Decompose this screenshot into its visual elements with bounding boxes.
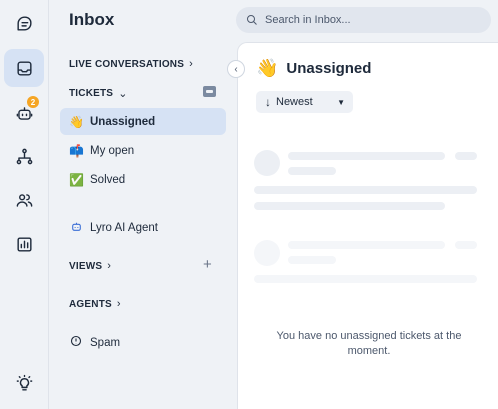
ticket-icon[interactable] bbox=[203, 86, 216, 97]
sidebar-item-label: Spam bbox=[90, 336, 121, 349]
tickets-section[interactable]: TICKETS ⌄ bbox=[69, 87, 128, 100]
analytics-nav-button[interactable] bbox=[4, 225, 44, 263]
sidebar-item-label: Lyro AI Agent bbox=[90, 221, 158, 234]
search-input[interactable] bbox=[265, 14, 465, 26]
alert-circle-icon bbox=[69, 335, 83, 350]
panel-title-text: Unassigned bbox=[286, 60, 372, 77]
skeleton-line bbox=[254, 186, 477, 194]
check-mark-icon: ✅ bbox=[69, 172, 84, 187]
add-view-button[interactable]: + bbox=[203, 256, 212, 273]
chevron-right-icon: › bbox=[189, 58, 193, 70]
bot-notification-badge: 2 bbox=[27, 96, 39, 108]
bot-nav-button[interactable]: 2 bbox=[4, 94, 44, 132]
skeleton-line bbox=[288, 167, 336, 175]
flows-icon bbox=[16, 148, 32, 164]
inbox-nav-button[interactable] bbox=[4, 49, 44, 87]
skeleton-line bbox=[288, 256, 336, 264]
waving-hand-icon: 👋 bbox=[256, 58, 279, 78]
contacts-icon bbox=[16, 193, 32, 207]
waving-hand-icon: 👋 bbox=[69, 114, 84, 129]
analytics-icon bbox=[16, 236, 32, 252]
skeleton-avatar bbox=[254, 150, 280, 176]
sort-dropdown[interactable]: ↓ Newest ▼ bbox=[256, 91, 353, 113]
agents-section[interactable]: AGENTS › bbox=[69, 298, 121, 310]
views-section[interactable]: VIEWS › bbox=[69, 260, 111, 272]
chevron-down-icon: ⌄ bbox=[118, 88, 128, 100]
sort-label: Newest bbox=[276, 96, 313, 108]
chevron-right-icon: › bbox=[116, 298, 121, 310]
skeleton-line bbox=[288, 152, 445, 160]
agents-label: AGENTS bbox=[69, 298, 112, 310]
sidebar-item-spam[interactable]: Spam bbox=[60, 329, 226, 356]
skeleton-avatar bbox=[254, 240, 280, 266]
lightbulb-icon bbox=[16, 374, 32, 391]
chevron-left-icon: ‹ bbox=[234, 63, 238, 75]
sidebar-item-lyro[interactable]: Lyro AI Agent bbox=[60, 214, 226, 241]
chevron-right-icon: › bbox=[107, 260, 112, 272]
mailbox-icon: 📫 bbox=[69, 143, 84, 158]
skeleton-line bbox=[254, 275, 477, 283]
caret-down-icon: ▼ bbox=[337, 97, 345, 107]
inbox-title: Inbox bbox=[69, 10, 115, 29]
sidebar-item-label: Unassigned bbox=[90, 115, 156, 128]
sidebar-item-label: My open bbox=[90, 144, 135, 157]
skeleton-line bbox=[455, 241, 477, 249]
views-label: VIEWS bbox=[69, 260, 103, 272]
collapse-sidebar-button[interactable]: ‹ bbox=[227, 60, 245, 78]
skeleton-line bbox=[455, 152, 477, 160]
sidebar-item-label: Solved bbox=[90, 173, 126, 186]
search-bar[interactable] bbox=[236, 7, 491, 33]
sidebar-item-solved[interactable]: ✅ Solved bbox=[60, 166, 226, 193]
skeleton-line bbox=[254, 202, 445, 210]
contacts-nav-button[interactable] bbox=[4, 181, 44, 219]
sidebar-item-my-open[interactable]: 📫 My open bbox=[60, 137, 226, 164]
conversations-nav-button[interactable] bbox=[4, 4, 44, 42]
search-icon bbox=[247, 15, 257, 25]
bot-icon bbox=[69, 220, 83, 236]
flows-nav-button[interactable] bbox=[4, 137, 44, 175]
live-conversations-label: LIVE CONVERSATIONS bbox=[69, 58, 185, 70]
skeleton-line bbox=[288, 241, 445, 249]
ticket-list-panel: 👋 Unassigned ↓ Newest ▼ You have no unas… bbox=[237, 42, 498, 409]
tips-nav-button[interactable] bbox=[4, 364, 44, 402]
conversations-icon bbox=[16, 15, 32, 31]
live-conversations-section[interactable]: LIVE CONVERSATIONS › bbox=[69, 58, 193, 70]
inbox-icon bbox=[16, 60, 32, 76]
tickets-label: TICKETS bbox=[69, 88, 114, 99]
empty-state-message: You have no unassigned tickets at the mo… bbox=[276, 330, 462, 357]
panel-title: 👋 Unassigned bbox=[256, 58, 371, 79]
arrow-down-icon: ↓ bbox=[265, 95, 271, 109]
sidebar-item-unassigned[interactable]: 👋 Unassigned bbox=[60, 108, 226, 135]
inbox-sidebar: Inbox LIVE CONVERSATIONS › TICKETS ⌄ 👋 U… bbox=[49, 0, 237, 409]
left-rail: 2 bbox=[0, 0, 49, 409]
